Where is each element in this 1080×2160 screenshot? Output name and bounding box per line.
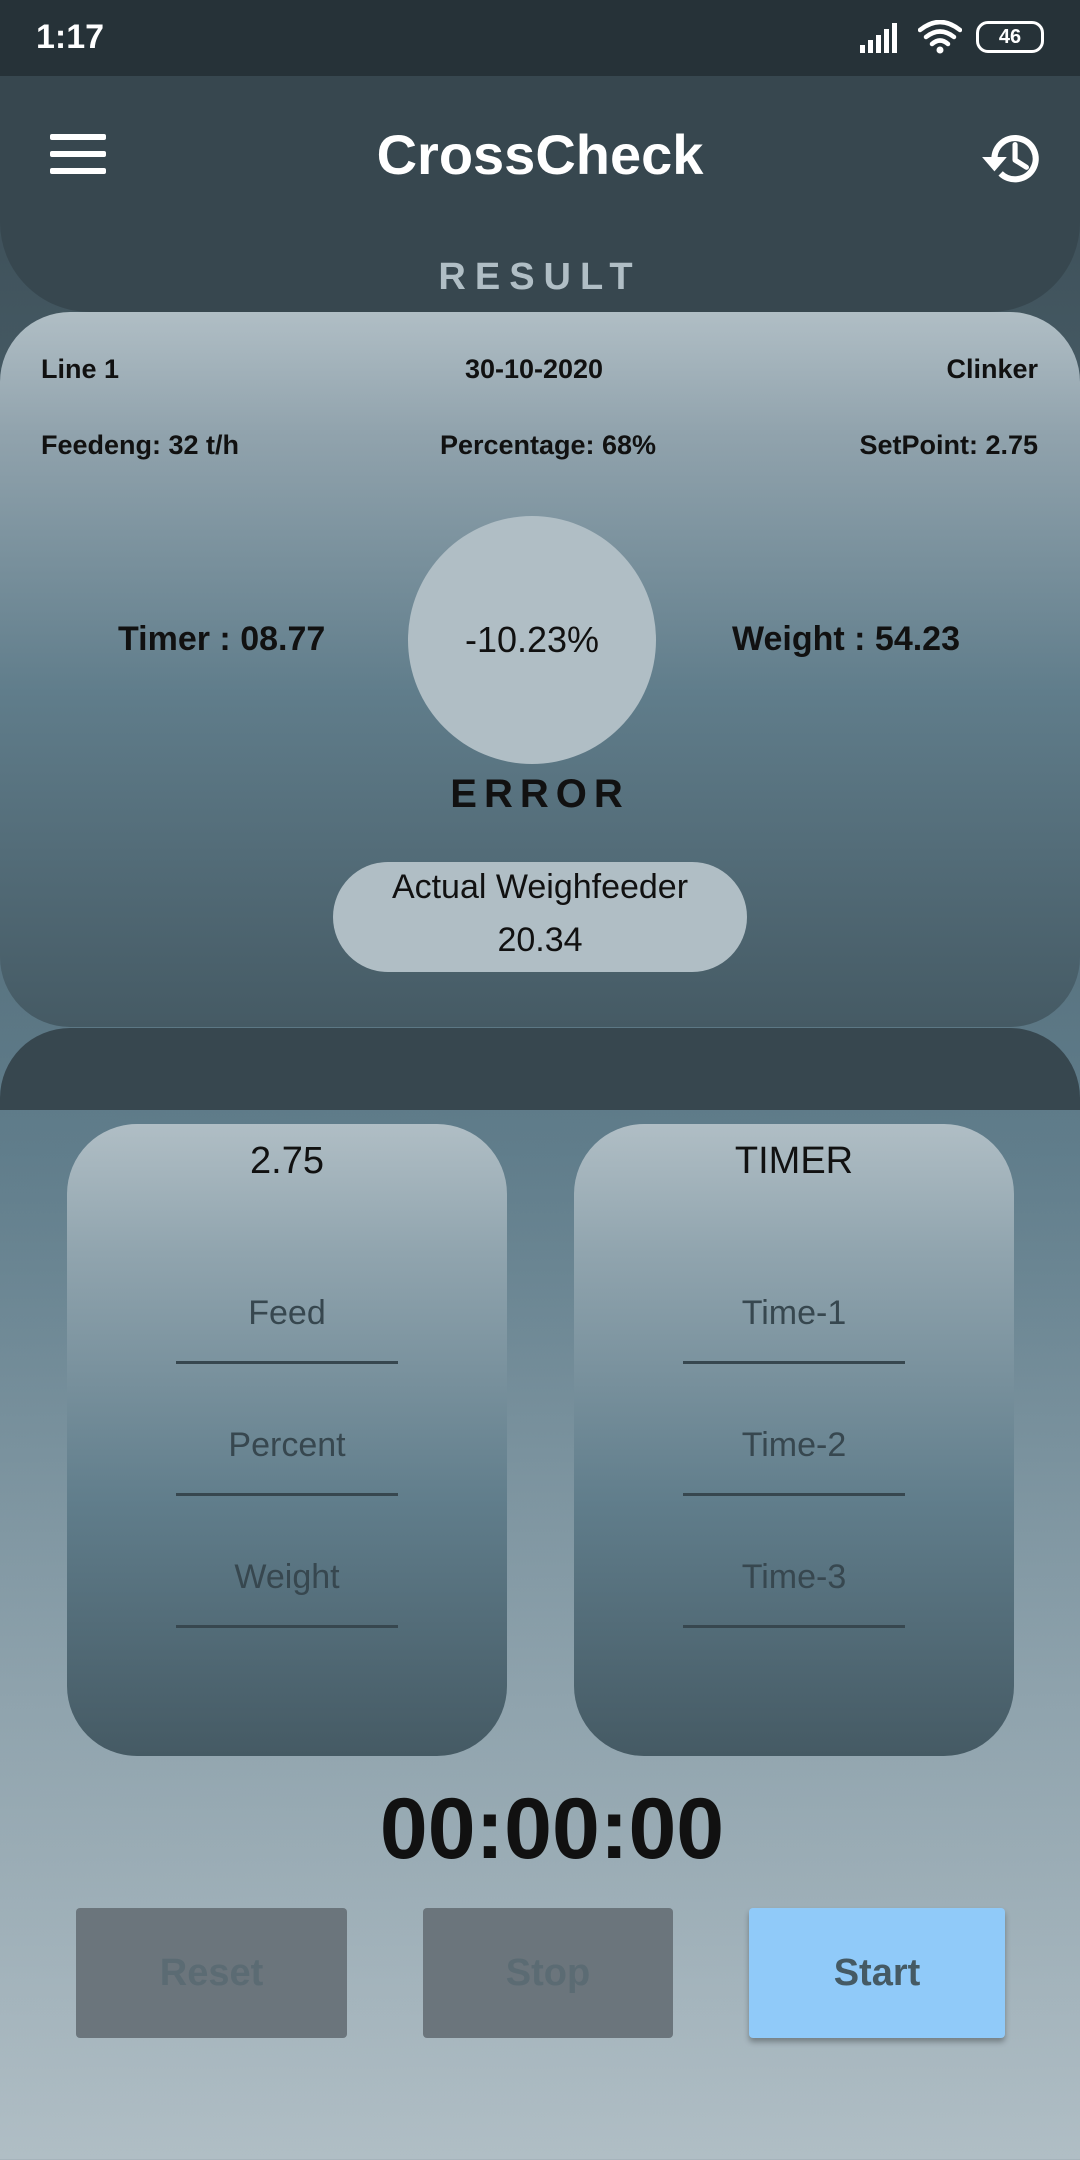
error-value: -10.23% <box>464 619 600 660</box>
battery-icon: 46 <box>976 21 1044 53</box>
result-card: Line 1 30-10-2020 Clinker Feedeng: 32 t/… <box>0 312 1080 1027</box>
actual-weighfeeder-badge: Actual Weighfeeder 20.34 <box>333 862 747 972</box>
percent-field[interactable]: Percent <box>176 1396 398 1496</box>
time-3-field[interactable]: Time-3 <box>683 1528 905 1628</box>
time-1-field[interactable]: Time-1 <box>683 1264 905 1364</box>
stop-button[interactable]: Stop <box>423 1908 673 2038</box>
setpoint-panel: 2.75 Feed Percent Weight <box>67 1124 507 1756</box>
history-icon[interactable] <box>980 126 1046 192</box>
weight-field-placeholder: Weight <box>234 1558 340 1596</box>
error-value-circle: -10.23% <box>408 516 656 764</box>
status-bar: 1:17 46 <box>0 0 1080 76</box>
weighfeeder-label: Actual Weighfeeder <box>391 868 689 906</box>
divider-band <box>0 1028 1080 1110</box>
weight-field[interactable]: Weight <box>176 1528 398 1628</box>
setpoint-label: SetPoint: 2.75 <box>859 430 1038 460</box>
status-time: 1:17 <box>36 18 105 56</box>
timer-result: Timer : 08.77 <box>118 620 326 658</box>
stopwatch-display: 00:00:00 <box>379 1781 725 1877</box>
status-icons: 46 <box>860 20 1044 54</box>
feed-field-placeholder: Feed <box>248 1294 326 1332</box>
weighfeeder-value: 20.34 <box>497 921 583 959</box>
date-label: 30-10-2020 <box>464 354 604 384</box>
material-label: Clinker <box>946 354 1038 384</box>
time-3-field-placeholder: Time-3 <box>741 1558 847 1596</box>
wifi-icon <box>918 20 962 54</box>
setpoint-panel-title: 2.75 <box>250 1140 324 1182</box>
time-1-field-placeholder: Time-1 <box>741 1294 847 1332</box>
error-label: ERROR <box>450 772 630 816</box>
reset-button[interactable]: Reset <box>76 1908 347 2038</box>
result-section-label: RESULT <box>438 256 642 298</box>
feed-field[interactable]: Feed <box>176 1264 398 1364</box>
start-button[interactable]: Start <box>749 1908 1005 2038</box>
time-2-field[interactable]: Time-2 <box>683 1396 905 1496</box>
timer-panel-title: TIMER <box>734 1140 854 1182</box>
app-bar: CrossCheck RESULT <box>0 76 1080 312</box>
app-title: CrossCheck <box>376 123 704 186</box>
signal-icon <box>860 23 897 53</box>
weight-result: Weight : 54.23 <box>732 620 960 658</box>
timer-panel: TIMER Time-1 Time-2 Time-3 <box>574 1124 1014 1756</box>
percent-field-placeholder: Percent <box>228 1426 346 1464</box>
time-2-field-placeholder: Time-2 <box>741 1426 847 1464</box>
